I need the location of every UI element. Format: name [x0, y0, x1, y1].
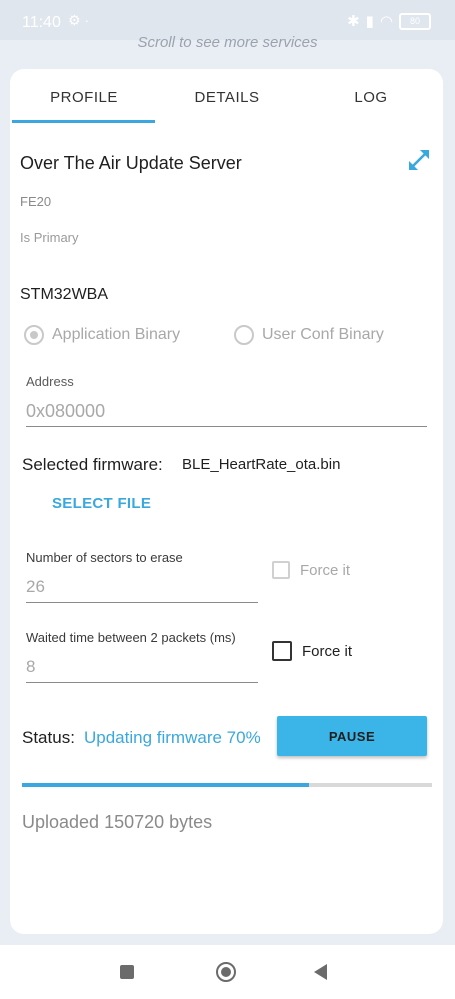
wait-time-label: Waited time between 2 packets (ms)	[26, 630, 236, 645]
radio-label: Application Binary	[52, 326, 181, 343]
status-icons: ✱ ▮ ◠ 80	[347, 12, 431, 30]
progress-bar	[22, 783, 432, 787]
home-icon[interactable]	[216, 962, 236, 982]
select-file-button[interactable]: SELECT FILE	[52, 495, 151, 512]
service-primary: Is Primary	[20, 230, 79, 245]
battery-icon: 80	[399, 12, 431, 30]
recent-apps-icon[interactable]	[120, 965, 134, 979]
status-label: Status:	[22, 728, 75, 747]
force-sectors-checkbox[interactable]: Force it	[272, 561, 350, 579]
tab-details[interactable]: DETAILS	[155, 69, 299, 125]
status-time: 11:40	[22, 14, 61, 31]
radio-label: User Conf Binary	[262, 326, 384, 343]
force-wait-time-checkbox[interactable]: Force it	[272, 641, 352, 661]
radio-unchecked-icon	[234, 325, 254, 345]
tab-bar: PROFILE DETAILS LOG	[10, 69, 443, 125]
wifi-icon: ◠	[379, 13, 393, 30]
force-label: Force it	[302, 642, 353, 660]
service-card: PROFILE DETAILS LOG Over The Air Update …	[10, 69, 443, 934]
wait-time-input[interactable]: 8	[26, 653, 258, 683]
back-icon[interactable]	[314, 964, 327, 980]
tab-profile[interactable]: PROFILE	[12, 69, 156, 125]
navigation-bar	[0, 945, 455, 999]
force-label: Force it	[300, 561, 351, 579]
expand-arrows-icon[interactable]	[406, 147, 432, 173]
address-input[interactable]: 0x080000	[26, 397, 427, 427]
scroll-hint: Scroll to see more services	[137, 34, 318, 51]
status-value: Updating firmware 70%	[84, 728, 261, 747]
address-label: Address	[26, 374, 74, 389]
notification-icon: ⚙ ·	[68, 12, 90, 28]
device-name: STM32WBA	[20, 286, 109, 303]
tab-log[interactable]: LOG	[299, 69, 443, 125]
pause-button[interactable]: PAUSE	[277, 716, 427, 756]
service-uuid: FE20	[20, 194, 52, 209]
bluetooth-icon: ✱	[347, 13, 360, 30]
progress-fill	[22, 783, 309, 787]
radio-user-conf-binary[interactable]: User Conf Binary	[234, 325, 384, 345]
radio-checked-icon	[24, 325, 44, 345]
uploaded-bytes: Uploaded 150720 bytes	[22, 812, 213, 832]
active-tab-indicator	[12, 120, 155, 123]
service-title: Over The Air Update Server	[20, 153, 242, 173]
firmware-label: Selected firmware:	[22, 455, 163, 474]
checkbox-icon	[272, 641, 292, 661]
checkbox-icon	[272, 561, 290, 579]
sectors-input[interactable]: 26	[26, 573, 258, 603]
sectors-label: Number of sectors to erase	[26, 550, 183, 565]
radio-application-binary[interactable]: Application Binary	[24, 325, 180, 345]
signal-icon: ▮	[365, 13, 374, 30]
firmware-filename: BLE_HeartRate_ota.bin	[182, 456, 341, 473]
